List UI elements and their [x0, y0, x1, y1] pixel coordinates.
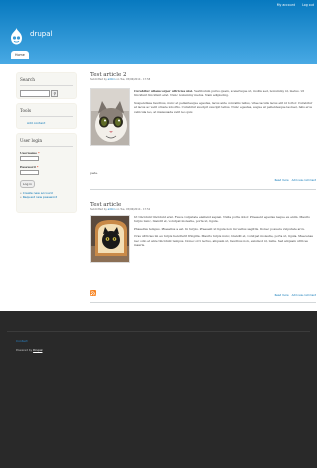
site-name[interactable]: drupal [30, 30, 52, 38]
footer-divider [7, 331, 310, 332]
article-image[interactable] [90, 215, 130, 263]
log-in-button[interactable]: Log in [20, 180, 36, 188]
password-label-text: Password [20, 165, 36, 169]
read-more-link[interactable]: Read more [275, 179, 289, 182]
article-body: Ut tincidunt tincidunt erat. Fusce vulpu… [134, 215, 316, 250]
main-content: Test article 2 Submitted by admin on Tue… [90, 72, 316, 306]
article-links: Read more Add new comment [275, 179, 316, 182]
cat-photo-icon [91, 89, 129, 145]
article-paragraph: Suspendisse faucibus, nunc et pellentesq… [134, 100, 313, 114]
submitted-prefix: Submitted by [90, 208, 107, 211]
add-content-link[interactable]: Add content [27, 121, 73, 125]
secondary-menu: My account Log out [277, 3, 314, 7]
submitted-date: on Tue, 05/06/2014 - 17:58 [116, 78, 151, 81]
rss-icon[interactable] [90, 290, 96, 296]
rss-glyph [90, 290, 96, 296]
article-body: Curabitur ullamcorper ultricies nisi. Ve… [134, 89, 316, 117]
submitted-prefix: Submitted by [90, 78, 107, 81]
article-teaser: Test article Submitted by admin on Tue, … [90, 202, 316, 303]
article-links: Read more Add new comment [275, 294, 316, 297]
password-label: Password * [20, 165, 73, 169]
author-link[interactable]: admin [108, 208, 116, 211]
read-more-link[interactable]: Read more [275, 294, 289, 297]
add-comment-link[interactable]: Add new comment [292, 294, 316, 297]
add-comment-link[interactable]: Add new comment [292, 179, 316, 182]
user-links: • Create new account • Request new passw… [20, 191, 73, 199]
article-paragraph: Cras ultricies mi eu turpis hendrerit fr… [134, 234, 313, 248]
article-paragraph: Ut tincidunt tincidunt erat. Fusce vulpu… [134, 215, 310, 224]
user-login-title: User login [20, 138, 73, 147]
tools-block: Tools Add content [16, 103, 77, 129]
site-footer: Contact Powered by Drupal [0, 311, 317, 468]
user-login-block: User login Username * Password * Log in … [16, 133, 77, 213]
sidebar: Search ⚲ Tools Add content User login Us… [16, 72, 77, 217]
username-label: Username * [20, 151, 73, 155]
main-menu-home-tab[interactable]: Home [11, 51, 29, 59]
author-link[interactable]: admin [108, 78, 116, 81]
search-form: ⚲ [20, 90, 73, 97]
username-label-text: Username [20, 151, 38, 155]
main-menu: Home [11, 51, 29, 59]
article-paragraph: Curabitur ullamcorper ultricies nisi. Ve… [134, 89, 316, 98]
submitted-line: Submitted by admin on Tue, 05/06/2014 - … [90, 78, 316, 81]
article-tail: pede. [90, 171, 99, 175]
powered-by-text: Powered by [16, 348, 33, 352]
article-paragraph: Phasellus tempus. Phasellus a est. In tu… [134, 226, 306, 231]
tools-block-title: Tools [20, 108, 73, 117]
contact-link[interactable]: Contact [16, 339, 28, 343]
password-field[interactable] [20, 170, 39, 175]
username-field[interactable] [20, 156, 39, 161]
username-required-mark: * [38, 151, 40, 155]
article-teaser: Test article 2 Submitted by admin on Tue… [90, 72, 316, 190]
search-icon: ⚲ [53, 90, 57, 96]
article-lead: Curabitur ullamcorper ultricies nisi. [134, 89, 194, 93]
powered-by: Powered by Drupal [16, 348, 42, 352]
my-account-link[interactable]: My account [277, 3, 295, 7]
search-button[interactable]: ⚲ [51, 90, 58, 97]
drupal-credit-link[interactable]: Drupal [33, 348, 42, 352]
password-required-mark: * [36, 165, 39, 169]
site-header: My account Log out drupal Home [0, 0, 317, 64]
cat-bread-photo-icon [91, 216, 129, 262]
article-image[interactable] [90, 88, 130, 146]
log-out-link[interactable]: Log out [302, 3, 314, 7]
search-block: Search ⚲ [16, 72, 77, 99]
search-block-title: Search [20, 77, 73, 86]
request-password-link[interactable]: Request new password [23, 195, 58, 199]
search-input[interactable] [20, 90, 50, 97]
submitted-date: on Tue, 05/06/2014 - 17:52 [116, 208, 151, 211]
drupal-logo-icon[interactable] [10, 28, 23, 45]
submitted-line: Submitted by admin on Tue, 05/06/2014 - … [90, 208, 316, 211]
list-item: • Request new password [20, 195, 58, 199]
